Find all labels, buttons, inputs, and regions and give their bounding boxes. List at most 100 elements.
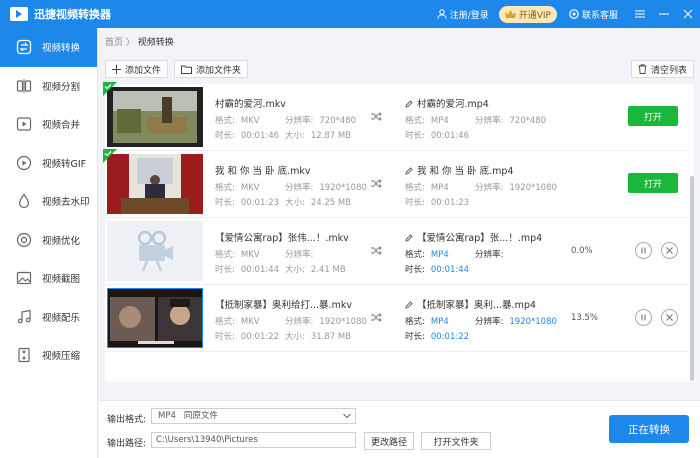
output-path-input[interactable] (151, 432, 356, 448)
clear-list-label: 清空列表 (650, 65, 687, 76)
source-duration: 00:01:46 (240, 131, 280, 141)
sidebar-item-split[interactable]: 视频分割 (0, 67, 97, 106)
sidebar-item-convert[interactable]: 视频转换 (0, 28, 97, 67)
app-logo-icon (10, 7, 28, 21)
pencil-icon[interactable] (405, 301, 413, 309)
progress-percent: 13.5% (571, 313, 599, 323)
shuffle-icon (371, 112, 382, 121)
sidebar-item-label: 视频优化 (42, 235, 81, 247)
file-list: 村霸的爱河.mkv 格式: MKV 分辨率: 720*480 时长: 00:01:46… (103, 82, 694, 382)
output-duration: 00:01:46 (430, 131, 470, 141)
source-size: 31.87 MB (310, 332, 352, 342)
sidebar-item-label: 视频合并 (42, 120, 81, 132)
close-button[interactable] (676, 0, 700, 28)
source-size: 2.41 MB (310, 265, 346, 275)
output-format-subtext: 同原文件 (183, 411, 218, 421)
pencil-icon[interactable] (405, 167, 413, 175)
crown-icon (504, 9, 516, 18)
login-label: 注册/登录 (449, 10, 489, 21)
convert-button[interactable]: 正在转换 (609, 415, 689, 443)
sidebar-item-label: 视频配乐 (42, 312, 81, 324)
folder-icon (181, 65, 193, 74)
file-row[interactable]: 【爱情公寓rap】张伟...！.mkv 格式: MKV 分辨率: 时长: 00:01… (105, 218, 688, 285)
sidebar-item-optimize[interactable]: 视频优化 (0, 221, 97, 260)
list-scrollbar[interactable] (690, 176, 694, 381)
output-duration: 00:01:23 (430, 198, 470, 208)
output-format: MP4 (430, 183, 449, 193)
app-title: 迅捷视频转换器 (34, 8, 111, 21)
shuffle-icon (371, 179, 382, 188)
menu-button[interactable] (628, 0, 652, 28)
sidebar-item-label: 视频转GIF (42, 158, 87, 170)
sidebar-item-label: 视频去水印 (42, 197, 90, 209)
convert-icon (16, 40, 32, 55)
sidebar-item-music[interactable]: 视频配乐 (0, 298, 97, 337)
pause-icon (641, 247, 646, 254)
source-format: MKV (240, 250, 260, 260)
cancel-button[interactable] (661, 242, 678, 259)
gif-icon (16, 155, 32, 170)
video-thumbnail (107, 288, 203, 348)
close-icon (666, 247, 673, 254)
source-duration: 00:01:23 (240, 198, 280, 208)
output-format-value: MP4 (158, 411, 176, 421)
sidebar-item-watermark[interactable]: 视频去水印 (0, 182, 97, 221)
add-file-button[interactable]: 添加文件 (105, 60, 169, 78)
source-format: MKV (240, 183, 260, 193)
source-format: MKV (240, 317, 260, 327)
breadcrumb-separator: 〉 (125, 38, 135, 48)
output-format: MP4 (430, 250, 449, 260)
add-file-label: 添加文件 (125, 65, 162, 76)
merge-icon (16, 117, 32, 131)
file-row[interactable]: 【抵制家暴】奥利给打...暴.mkv 格式: MKV 分辨率: 1920*1080 … (105, 285, 688, 352)
sidebar-item-gif[interactable]: 视频转GIF (0, 144, 97, 183)
open-button[interactable]: 打开 (628, 106, 678, 126)
output-file-name-wrap: 【抵制家暴】奥利...暴.mp4 (405, 297, 536, 311)
file-row[interactable]: 村霸的爱河.mkv 格式: MKV 分辨率: 720*480 时长: 00:01:46… (103, 82, 688, 151)
output-format-select[interactable]: MP4 同原文件 (151, 408, 356, 424)
source-resolution: 720*480 (319, 116, 357, 126)
chevron-down-icon (343, 413, 351, 419)
source-duration: 00:01:44 (240, 265, 280, 275)
optimize-icon (16, 232, 32, 247)
checkmark-icon (103, 149, 117, 163)
output-settings-panel: 输出格式: MP4 同原文件 输出路径: 更改路径 打开文件夹 正在转换 (99, 400, 700, 458)
sidebar-item-screenshot[interactable]: 视频截图 (0, 259, 97, 298)
pause-button[interactable] (635, 242, 652, 259)
pause-button[interactable] (635, 309, 652, 326)
add-folder-button[interactable]: 添加文件夹 (174, 60, 249, 78)
output-file-name-wrap: 【爱情公寓rap】张...！.mp4 (405, 230, 542, 244)
trash-icon (638, 64, 647, 74)
output-format: MP4 (430, 116, 449, 126)
sidebar-item-label: 视频转换 (42, 43, 81, 55)
main-area: 首页 〉 视频转换 添加文件 添加文件夹 清空列表 村霸的爱河.mkv 格式: … (99, 28, 700, 458)
sidebar-item-merge[interactable]: 视频合并 (0, 105, 97, 144)
compress-icon (18, 348, 30, 363)
pencil-icon[interactable] (405, 234, 413, 242)
breadcrumb: 首页 〉 视频转换 (105, 35, 174, 48)
output-file-name-wrap: 村霸的爱河.mp4 (405, 96, 489, 110)
breadcrumb-home[interactable]: 首页 (105, 38, 123, 48)
vip-button[interactable]: 开通VIP (498, 5, 557, 23)
output-file-name: 【爱情公寓rap】张...！.mp4 (417, 233, 543, 244)
open-folder-button[interactable]: 打开文件夹 (421, 432, 491, 450)
clear-list-button[interactable]: 清空列表 (630, 60, 694, 78)
cancel-button[interactable] (661, 309, 678, 326)
screenshot-icon (16, 272, 32, 285)
add-folder-label: 添加文件夹 (196, 65, 242, 76)
output-duration: 00:01:22 (430, 332, 470, 342)
change-path-button[interactable]: 更改路径 (364, 432, 414, 450)
minimize-button[interactable] (652, 0, 676, 28)
progress-percent: 0.0% (571, 246, 593, 256)
music-icon (17, 309, 31, 324)
toolbar: 添加文件 添加文件夹 清空列表 (105, 58, 694, 80)
open-button[interactable]: 打开 (628, 173, 678, 193)
service-link[interactable]: 联系客服 (569, 8, 618, 21)
pencil-icon[interactable] (405, 100, 413, 108)
file-row[interactable]: 我 和 你 当 卧 底.mkv 格式: MKV 分辨率: 1920*1080 时长:… (103, 149, 688, 218)
login-link[interactable]: 注册/登录 (437, 8, 489, 21)
title-bar: 迅捷视频转换器 注册/登录 开通VIP 联系客服 (0, 0, 700, 28)
sidebar-item-compress[interactable]: 视频压缩 (0, 336, 97, 375)
source-format: MKV (240, 116, 260, 126)
user-icon (437, 9, 447, 19)
